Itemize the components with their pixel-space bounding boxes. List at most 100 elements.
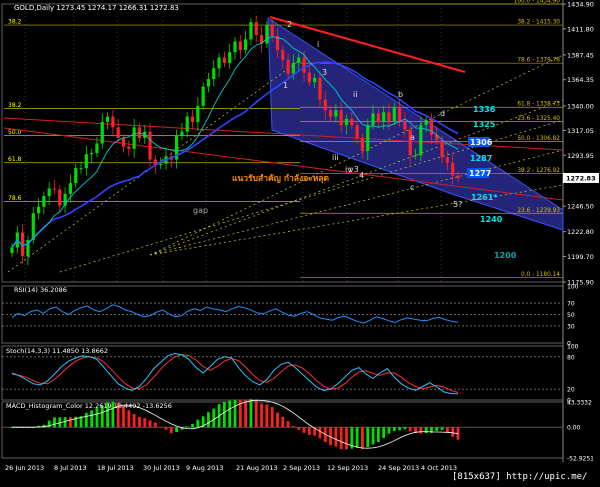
macd-histogram-bar bbox=[127, 410, 131, 428]
time-tick-label: 26 Jun 2013 bbox=[5, 464, 44, 472]
candle-body bbox=[392, 106, 396, 121]
wave-label: v3 bbox=[349, 165, 359, 174]
candle-body bbox=[387, 112, 391, 121]
candle-body bbox=[355, 125, 359, 139]
macd-histogram-bar bbox=[63, 417, 67, 428]
candle-body bbox=[371, 113, 375, 126]
macd-histogram-bar bbox=[249, 399, 253, 428]
macd-histogram-bar bbox=[132, 414, 136, 428]
macd-histogram-bar bbox=[302, 427, 306, 433]
candle-body bbox=[185, 116, 189, 132]
fib-level-label: 38.2 - 1415.30 bbox=[517, 20, 560, 26]
candle-body bbox=[265, 25, 269, 44]
wave-label: i bbox=[317, 40, 319, 49]
fib-level-label: 50.0 - 1306.82 bbox=[517, 136, 560, 142]
wave-label: b bbox=[398, 90, 403, 99]
target-label: 1306 bbox=[470, 138, 493, 147]
candle-body bbox=[297, 57, 301, 63]
target-label: 1287 bbox=[470, 154, 492, 163]
macd-histogram-bar bbox=[233, 399, 237, 428]
candle-body bbox=[313, 77, 317, 83]
candle-body bbox=[180, 131, 184, 136]
candle-body bbox=[217, 57, 221, 69]
candle-body bbox=[307, 72, 311, 83]
time-tick-label: 8 Jul 2013 bbox=[54, 464, 87, 472]
macd-tick-label: -52.9251 bbox=[567, 456, 594, 463]
target-label: 1325 bbox=[473, 120, 496, 129]
macd-histogram-bar bbox=[244, 400, 248, 428]
candle-body bbox=[302, 57, 306, 73]
candle-body bbox=[249, 22, 253, 40]
price-tick-label: 1199.70 bbox=[567, 253, 594, 261]
candle-body bbox=[68, 183, 73, 194]
candle-body bbox=[424, 119, 428, 126]
candle-body bbox=[244, 39, 248, 51]
stoch-tick-label: 20 bbox=[567, 387, 575, 394]
candle-body bbox=[238, 41, 242, 51]
macd-histogram-bar bbox=[175, 427, 178, 433]
macd-histogram-bar bbox=[307, 427, 311, 436]
time-tick-label: 24 Sep 2013 bbox=[378, 464, 419, 472]
rsi-tick-label: 30 bbox=[567, 323, 575, 330]
macd-histogram-bar bbox=[185, 426, 189, 428]
candle-body bbox=[270, 25, 274, 37]
macd-histogram-bar bbox=[159, 426, 163, 428]
candle-body bbox=[397, 106, 402, 121]
candle-body bbox=[403, 120, 407, 130]
macd-histogram-bar bbox=[169, 427, 173, 434]
macd-histogram-bar bbox=[164, 427, 168, 430]
candle-body bbox=[451, 162, 455, 176]
fib-level-label: 100.0 - 1434.90 bbox=[514, 0, 561, 5]
fib-level-label: 78.6 - 1379.78 bbox=[517, 58, 560, 64]
wave-label: ii bbox=[353, 90, 357, 99]
candle-body bbox=[196, 105, 200, 122]
target-label: 1277 bbox=[469, 169, 491, 178]
target-label: 1336 bbox=[473, 105, 496, 114]
candle-body bbox=[281, 50, 285, 60]
watermark: [815x637] http://upic.me/ bbox=[452, 472, 587, 482]
candle-body bbox=[148, 131, 152, 160]
fib-left-label: 61.8 bbox=[8, 156, 22, 163]
fib-level-label: 0.0 - 1180.14 bbox=[521, 272, 560, 278]
candle-body bbox=[291, 62, 296, 74]
macd-histogram-bar bbox=[366, 427, 370, 448]
candle-body bbox=[233, 41, 237, 53]
time-tick-label: 2 Sep 2013 bbox=[283, 464, 320, 472]
candle-body bbox=[10, 247, 14, 253]
price-tick-label: 1175.90 bbox=[567, 279, 594, 287]
macd-histogram-bar bbox=[53, 417, 56, 428]
candle-body bbox=[111, 116, 115, 128]
target-label: 1200 bbox=[494, 251, 517, 260]
macd-histogram-bar bbox=[292, 426, 295, 428]
price-tick-label: 1387.45 bbox=[567, 51, 594, 59]
macd-histogram-bar bbox=[318, 427, 322, 439]
candle-body bbox=[127, 146, 131, 149]
macd-histogram-bar bbox=[95, 408, 99, 428]
candle-body bbox=[95, 143, 99, 154]
macd-histogram-bar bbox=[84, 412, 88, 428]
candle-body bbox=[445, 157, 449, 163]
fib-left-label: 38.2 bbox=[8, 102, 22, 109]
macd-histogram-bar bbox=[392, 427, 396, 431]
candle-body bbox=[206, 79, 211, 87]
price-tick-label: 1293.95 bbox=[567, 152, 594, 160]
gap-label: gap bbox=[193, 206, 208, 215]
macd-histogram-bar bbox=[143, 418, 147, 428]
candle-body bbox=[419, 125, 423, 156]
macd-histogram-bar bbox=[153, 422, 157, 428]
rsi-tick-label: 70 bbox=[567, 301, 575, 308]
candle-body bbox=[376, 113, 380, 122]
wave-label: 2 bbox=[287, 20, 292, 29]
macd-histogram-bar bbox=[435, 427, 439, 431]
macd-histogram-bar bbox=[339, 427, 343, 450]
main-title: GOLD,Daily 1273.45 1274.17 1266.31 1272.… bbox=[14, 4, 179, 12]
macd-histogram-bar bbox=[270, 407, 274, 428]
candle-body bbox=[328, 110, 333, 117]
candle-body bbox=[318, 77, 322, 100]
gold-daily-chart: 100.0 - 1434.90 38.2 - 1415.30 78.6 - 1379… bbox=[1, 0, 599, 482]
target-label: 1261* bbox=[471, 193, 498, 202]
macd-tick-label: 0.00 bbox=[567, 425, 581, 432]
wave-label: d bbox=[440, 109, 445, 118]
macd-histogram-bar bbox=[361, 427, 364, 450]
macd-histogram-bar bbox=[222, 401, 226, 428]
